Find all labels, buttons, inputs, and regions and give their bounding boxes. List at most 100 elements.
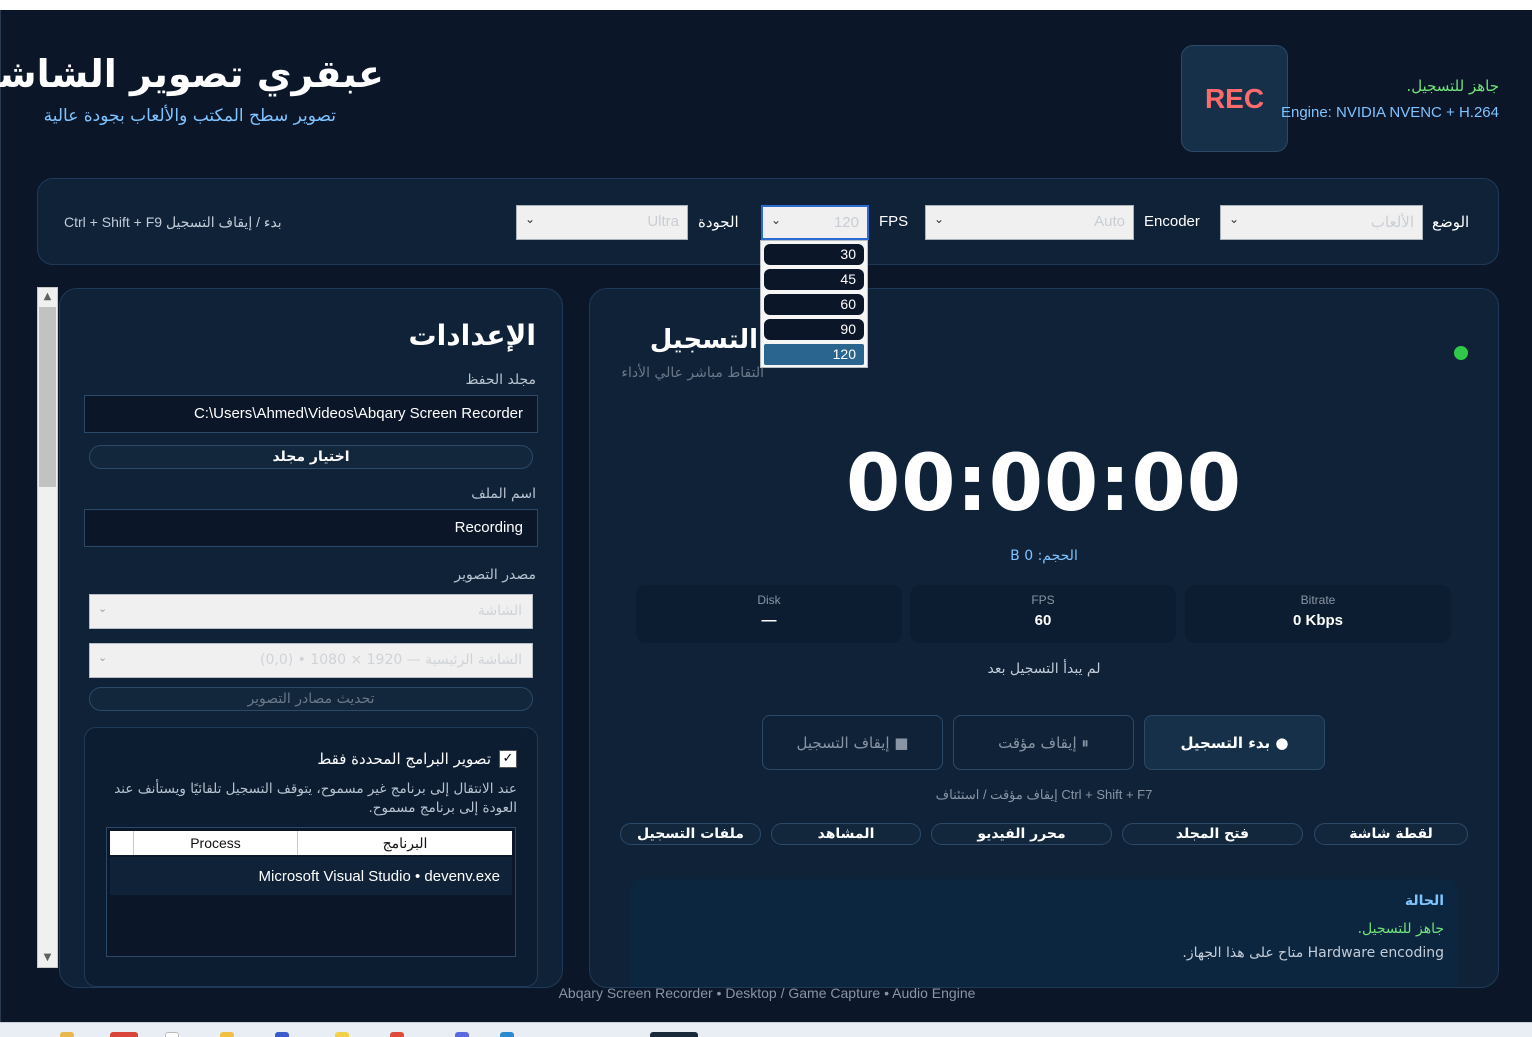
pause-button[interactable]: ⏸ إيقاف مؤقت (953, 715, 1134, 770)
encoder-label: Encoder (1144, 213, 1200, 230)
refresh-sources-button[interactable]: تحديث مصادر التصوير (89, 687, 533, 711)
fps-dropdown-list: 30 45 60 90 120 (760, 240, 868, 368)
taskbar-app-icon[interactable] (220, 1032, 234, 1037)
quality-label: الجودة (698, 214, 739, 231)
chevron-down-icon: ⌄ (98, 651, 108, 664)
source-select[interactable]: الشاشة ⌄ (89, 594, 533, 629)
settings-scrollbar[interactable]: ▲ ▼ (37, 287, 58, 968)
app-title: عبقري تصوير الشاشة (0, 52, 384, 96)
engine-info: Engine: NVIDIA NVENC + H.264 (1280, 104, 1499, 121)
app-filter-description: عند الانتقال إلى برنامج غير مسموح، يتوقف… (114, 781, 517, 816)
recording-state: لم يبدأ التسجيل بعد (987, 661, 1101, 677)
rec-badge: REC (1181, 45, 1288, 152)
recording-panel: التسجيل التقاط مباشر عالي الأداء 00:00:0… (589, 288, 1499, 988)
display-select[interactable]: الشاشة الرئيسية — 1920 × 1080 • (0,0) ⌄ (89, 643, 533, 678)
open-folder-button[interactable]: فتح المجلد (1122, 823, 1303, 845)
process-table: Process البرنامج Microsoft Visual Studio… (106, 827, 516, 957)
mode-label: الوضع (1432, 214, 1470, 231)
settings-panel: الإعدادات مجلد الحفظ C:\Users\Ahmed\Vide… (59, 288, 563, 988)
screenshot-button[interactable]: لقطة شاشة (1314, 823, 1468, 845)
chevron-down-icon: ⌄ (525, 212, 536, 226)
encoder-select[interactable]: Auto ⌄ (925, 205, 1134, 240)
recording-size: الحجم: 0 B (1010, 548, 1078, 564)
fps-option[interactable]: 45 (764, 269, 864, 290)
fps-option-selected[interactable]: 120 (764, 344, 864, 365)
filename-field[interactable]: Recording (84, 509, 538, 547)
fps-option[interactable]: 90 (764, 319, 864, 340)
status-heading: الحالة (1404, 893, 1444, 909)
header-spacer (110, 831, 134, 855)
recording-title: التسجيل (649, 325, 758, 355)
column-header-program[interactable]: البرنامج (298, 831, 512, 855)
taskbar-app-icon[interactable] (500, 1032, 514, 1037)
chevron-down-icon: ⌄ (1229, 212, 1240, 226)
video-editor-button[interactable]: محرر الفيديو (931, 823, 1112, 845)
stat-fps: FPS 60 (910, 585, 1176, 643)
stat-value: 60 (1034, 612, 1052, 629)
stat-value: — (761, 612, 777, 629)
taskbar (0, 1022, 1532, 1037)
recordings-button[interactable]: ملفات التسجيل (620, 823, 761, 845)
app-filter-checkbox-label: تصوير البرامج المحددة فقط (317, 750, 491, 768)
process-table-header: Process البرنامج (110, 831, 512, 855)
status-line-ready: جاهز للتسجيل. (1357, 921, 1444, 937)
live-indicator-icon (1454, 346, 1468, 360)
app-subtitle: تصوير سطح المكتب والألعاب بجودة عالية (43, 106, 336, 126)
recording-timer: 00:00:00 (845, 439, 1243, 529)
source-select-value: الشاشة (477, 603, 522, 619)
fps-select-value: 120 (833, 214, 859, 231)
chevron-down-icon: ⌄ (934, 212, 945, 226)
display-select-value: الشاشة الرئيسية — 1920 × 1080 • (0,0) (260, 652, 522, 668)
taskbar-app-icon[interactable] (335, 1032, 349, 1037)
stat-label: Bitrate (1300, 593, 1336, 607)
stat-value: 0 Kbps (1292, 612, 1343, 629)
stat-disk: Disk — (636, 585, 902, 643)
status-line-hw: Hardware encoding متاح على هذا الجهاز. (1182, 945, 1444, 961)
save-folder-field[interactable]: C:\Users\Ahmed\Videos\Abqary Screen Reco… (84, 395, 538, 433)
recording-subtitle: التقاط مباشر عالي الأداء (621, 365, 764, 381)
stat-label: Disk (757, 593, 781, 607)
source-label: مصدر التصوير (454, 567, 536, 583)
taskbar-app-icon[interactable] (165, 1032, 179, 1037)
save-folder-label: مجلد الحفظ (465, 372, 536, 388)
fps-option[interactable]: 30 (764, 244, 864, 265)
taskbar-app-icon[interactable] (110, 1032, 138, 1037)
app-filter-checkbox-row[interactable]: ✓ تصوير البرامج المحددة فقط (317, 750, 517, 768)
taskbar-app-icon[interactable] (60, 1032, 74, 1037)
chevron-down-icon: ⌄ (98, 602, 108, 615)
fps-select[interactable]: 120 ⌄ (761, 205, 869, 240)
taskbar-app-icon[interactable] (455, 1032, 469, 1037)
pause-hotkey-hint: Ctrl + Shift + F7 إيقاف مؤقت / استئناف (935, 787, 1153, 802)
stat-label: FPS (1031, 593, 1055, 607)
chevron-down-icon: ⌄ (771, 213, 782, 227)
footer: Abqary Screen Recorder • Desktop / Game … (558, 985, 976, 1001)
taskbar-app-icon[interactable] (275, 1032, 289, 1037)
taskbar-app-icon[interactable] (390, 1032, 404, 1037)
mode-select[interactable]: الألعاب ⌄ (1220, 205, 1423, 240)
scenes-button[interactable]: المشاهد (771, 823, 921, 845)
quality-select[interactable]: Ultra ⌄ (516, 205, 688, 240)
scroll-up-icon[interactable]: ▲ (38, 288, 57, 306)
settings-title: الإعدادات (408, 319, 536, 352)
taskbar-app-icon[interactable] (650, 1032, 698, 1037)
app-filter-checkbox[interactable]: ✓ (499, 750, 517, 768)
fps-label: FPS (879, 213, 909, 230)
mode-select-value: الألعاب (1370, 214, 1414, 231)
record-hotkey-hint: Ctrl + Shift + F9 بدء / إيقاف التسجيل (64, 214, 282, 230)
start-recording-button[interactable]: ● بدء التسجيل (1144, 715, 1325, 770)
stat-bitrate: Bitrate 0 Kbps (1185, 585, 1451, 643)
header-status: جاهز للتسجيل. (1406, 77, 1499, 95)
status-box: الحالة جاهز للتسجيل. Hardware encoding م… (630, 879, 1458, 987)
quality-select-value: Ultra (647, 213, 679, 230)
app-filter-box: ✓ تصوير البرامج المحددة فقط عند الانتقال… (84, 727, 538, 987)
table-row[interactable]: Microsoft Visual Studio • devenv.exe (110, 857, 512, 895)
encoder-select-value: Auto (1094, 213, 1125, 230)
stop-recording-button[interactable]: ■ إيقاف التسجيل (762, 715, 943, 770)
scroll-down-icon[interactable]: ▼ (38, 949, 57, 967)
column-header-process[interactable]: Process (134, 831, 298, 855)
scroll-thumb[interactable] (39, 307, 56, 487)
fps-option[interactable]: 60 (764, 294, 864, 315)
choose-folder-button[interactable]: اختيار مجلد (89, 445, 533, 469)
app-window: عبقري تصوير الشاشة تصوير سطح المكتب والأ… (0, 10, 1532, 1022)
filename-label: اسم الملف (471, 486, 536, 502)
